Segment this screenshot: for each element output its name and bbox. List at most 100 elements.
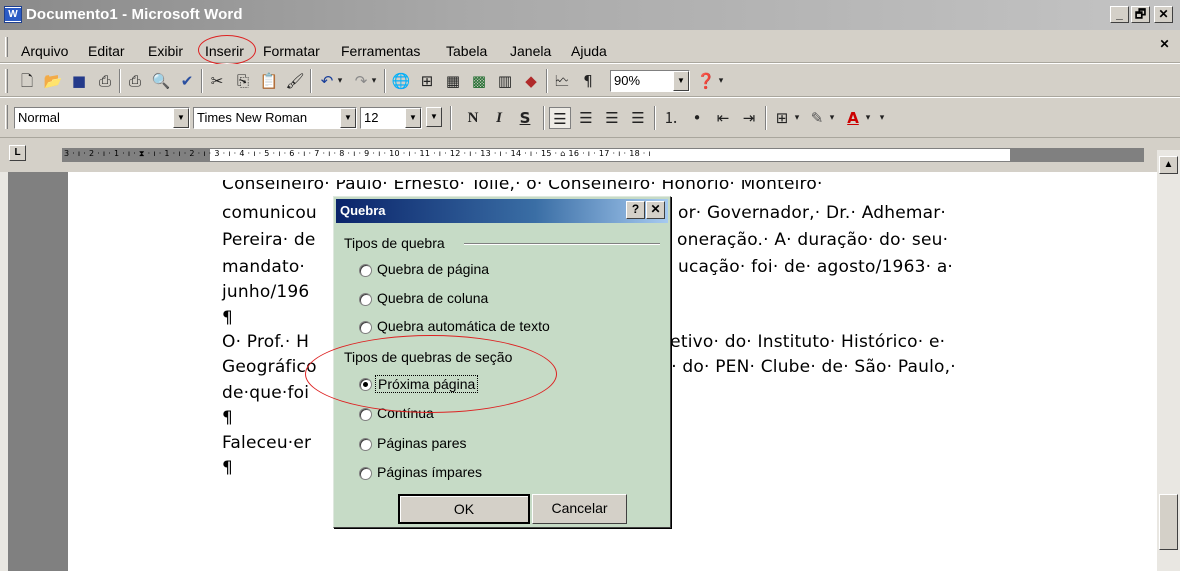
radio-column-break[interactable] xyxy=(359,293,372,306)
document-map-icon[interactable]: 🗠 xyxy=(551,70,573,92)
minimize-button[interactable]: _ xyxy=(1110,6,1129,23)
align-right-icon[interactable]: ☰ xyxy=(601,107,623,129)
font-combo[interactable]: Times New Roman ▼ xyxy=(193,107,357,129)
paragraph-mark[interactable]: ¶ xyxy=(222,458,233,478)
paste-icon[interactable]: 📋 xyxy=(258,70,280,92)
copy-icon[interactable]: ⎘ xyxy=(232,70,254,92)
doc-line[interactable]: or· Governador,· Dr.· Adhemar· xyxy=(678,203,946,223)
label-odd-pages[interactable]: Páginas ímpares xyxy=(377,464,482,480)
scroll-thumb[interactable] xyxy=(1159,494,1178,550)
close-button[interactable]: ✕ xyxy=(1154,6,1173,23)
italic-button[interactable]: I xyxy=(488,107,510,129)
scroll-up-icon[interactable]: ▲ xyxy=(1159,156,1178,174)
doc-line[interactable]: Pereira· de xyxy=(222,230,316,250)
format-painter-icon[interactable]: 🖌 xyxy=(284,70,306,92)
dialog-close-button[interactable]: ✕ xyxy=(646,201,665,219)
tab-selector-button[interactable]: L xyxy=(9,145,26,161)
columns-icon[interactable]: ▥ xyxy=(494,70,516,92)
print-preview-icon[interactable]: 🔍 xyxy=(150,70,172,92)
menu-exibir[interactable]: Exibir xyxy=(148,43,183,59)
menu-formatar[interactable]: Formatar xyxy=(263,43,320,59)
justify-icon[interactable]: ☰ xyxy=(627,107,649,129)
numbering-icon[interactable]: ⒈ xyxy=(660,107,682,129)
doc-line[interactable]: comunicou xyxy=(222,203,317,223)
highlight-dropdown-icon[interactable]: ▾ xyxy=(826,107,838,129)
hyperlink-icon[interactable]: 🌐 xyxy=(390,70,412,92)
dialog-help-button[interactable]: ? xyxy=(626,201,645,219)
doc-line[interactable]: O· Prof.· H xyxy=(222,332,309,352)
toolbar-options-icon[interactable]: ▾ xyxy=(715,70,727,92)
menu-editar[interactable]: Editar xyxy=(88,43,125,59)
toolbar-grip[interactable] xyxy=(5,105,8,129)
doc-line[interactable]: mandato· xyxy=(222,257,305,277)
spelling-icon[interactable]: ✔ xyxy=(176,70,198,92)
menu-tabela[interactable]: Tabela xyxy=(446,43,487,59)
radio-page-break[interactable] xyxy=(359,264,372,277)
label-even-pages[interactable]: Páginas pares xyxy=(377,435,467,451)
cut-icon[interactable]: ✂ xyxy=(206,70,228,92)
label-page-break[interactable]: Quebra de página xyxy=(377,261,489,277)
document-close-button[interactable]: ✕ xyxy=(1155,37,1174,54)
increase-indent-icon[interactable]: ⇥ xyxy=(738,107,760,129)
menu-janela[interactable]: Janela xyxy=(510,43,551,59)
maximize-button[interactable]: 🗗 xyxy=(1131,6,1150,23)
borders-dropdown-icon[interactable]: ▾ xyxy=(791,107,803,129)
drawing-icon[interactable]: ◆ xyxy=(520,70,542,92)
radio-odd-pages[interactable] xyxy=(359,467,372,480)
style-combo[interactable]: Normal ▼ xyxy=(14,107,190,129)
bold-button[interactable]: N xyxy=(462,107,484,129)
save-icon[interactable]: ■ xyxy=(68,70,90,92)
zoom-combo[interactable]: 90% ▼ xyxy=(610,70,690,92)
align-center-icon[interactable]: ☰ xyxy=(575,107,597,129)
redo-dropdown-icon[interactable]: ▾ xyxy=(368,70,380,92)
paragraph-mark[interactable]: ¶ xyxy=(222,308,233,328)
ok-button[interactable]: OK xyxy=(398,494,530,524)
paragraph-mark[interactable]: ¶ xyxy=(222,408,233,428)
font-color-dropdown-icon[interactable]: ▾ xyxy=(862,107,874,129)
toolbar-options-icon[interactable]: ▾ xyxy=(876,107,888,129)
menu-ferramentas[interactable]: Ferramentas xyxy=(341,43,420,59)
show-hide-pilcrow-icon[interactable]: ¶ xyxy=(577,70,599,92)
style-dropdown-icon[interactable]: ▼ xyxy=(173,108,189,128)
zoom-dropdown-icon[interactable]: ▼ xyxy=(673,71,689,91)
doc-line[interactable]: oneração.· A· duração· do· seu· xyxy=(677,230,948,250)
tables-borders-icon[interactable]: ⊞ xyxy=(416,70,438,92)
font-color-icon[interactable]: A xyxy=(842,107,864,129)
font-size-combo[interactable]: 12 ▼ xyxy=(360,107,422,129)
doc-line[interactable]: Geográfico xyxy=(222,357,317,377)
label-text-wrapping-break[interactable]: Quebra automática de texto xyxy=(377,318,550,334)
undo-dropdown-icon[interactable]: ▾ xyxy=(334,70,346,92)
open-folder-icon[interactable]: 📂 xyxy=(42,70,64,92)
radio-text-wrapping-break[interactable] xyxy=(359,321,372,334)
radio-even-pages[interactable] xyxy=(359,438,372,451)
highlight-icon[interactable]: ✎ xyxy=(806,107,828,129)
new-document-icon[interactable]: 🗋 xyxy=(16,70,38,92)
bullets-icon[interactable]: • xyxy=(686,107,708,129)
font-dropdown-icon[interactable]: ▼ xyxy=(340,108,356,128)
permission-icon[interactable]: ⎙ xyxy=(94,70,116,92)
doc-line[interactable]: fetivo· do· Instituto· Histórico· e· xyxy=(664,332,945,352)
dialog-title-bar[interactable]: Quebra ? ✕ xyxy=(336,199,668,223)
insert-excel-icon[interactable]: ▩ xyxy=(468,70,490,92)
borders-icon[interactable]: ⊞ xyxy=(771,107,793,129)
help-icon[interactable]: ❓ xyxy=(695,70,717,92)
toolbar-grip[interactable] xyxy=(5,69,8,93)
menu-ajuda[interactable]: Ajuda xyxy=(571,43,607,59)
menu-arquivo[interactable]: Arquivo xyxy=(21,43,68,59)
menu-grip[interactable] xyxy=(5,37,8,57)
vertical-scrollbar[interactable]: ▲ xyxy=(1157,150,1180,571)
doc-line[interactable]: Faleceu·er xyxy=(222,433,311,453)
align-left-icon[interactable]: ☰ xyxy=(549,107,571,129)
doc-line[interactable]: junho/196 xyxy=(222,282,309,302)
label-column-break[interactable]: Quebra de coluna xyxy=(377,290,488,306)
underline-button[interactable]: S xyxy=(514,107,536,129)
radio-continuous[interactable] xyxy=(359,408,372,421)
doc-line[interactable]: de·que·foi xyxy=(222,383,309,403)
insert-table-icon[interactable]: ▦ xyxy=(442,70,464,92)
size-dropdown-icon[interactable]: ▼ xyxy=(426,107,442,127)
print-icon[interactable]: ⎙ xyxy=(124,70,146,92)
word-app-icon[interactable]: W xyxy=(4,6,22,23)
font-size-dropdown-icon[interactable]: ▼ xyxy=(405,108,421,128)
cancel-button[interactable]: Cancelar xyxy=(532,494,627,524)
doc-line[interactable]: ucação· foi· de· agosto/1963· a· xyxy=(678,257,953,277)
